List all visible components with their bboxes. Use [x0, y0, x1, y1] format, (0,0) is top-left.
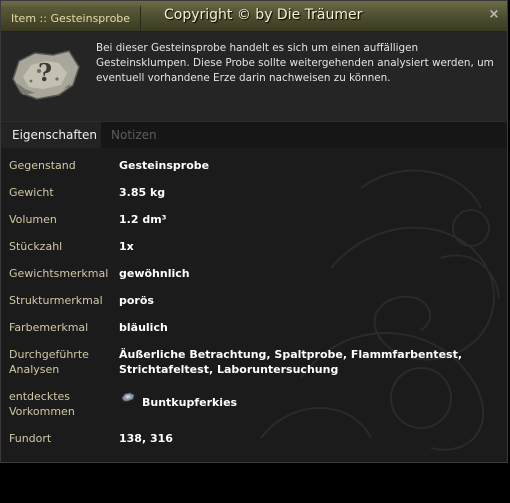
property-label: Gegenstand	[9, 159, 76, 172]
property-label: Durchgeführte Analysen	[9, 348, 89, 376]
property-value: porös	[119, 294, 154, 307]
property-value: 1.2 dm³	[119, 213, 167, 226]
svg-text:?: ?	[38, 58, 52, 87]
close-icon[interactable]: ×	[487, 7, 501, 23]
title-bar[interactable]: Item :: Gesteinsprobe Copyright © by Die…	[1, 1, 507, 32]
copyright-text: Copyright © by Die Träumer	[164, 7, 363, 23]
tab-eigenschaften[interactable]: Eigenschaften	[1, 122, 101, 148]
property-value: gewöhnlich	[119, 267, 190, 280]
property-label: Gewicht	[9, 186, 54, 199]
window-title: Item :: Gesteinsprobe	[1, 6, 142, 31]
tab-bar: Eigenschaften Notizen	[1, 121, 507, 149]
property-value: 138, 316	[119, 432, 173, 445]
property-value[interactable]: Buntkupferkies	[142, 395, 237, 410]
property-value: 3.85 kg	[119, 186, 166, 199]
property-label: Farbemerkmal	[9, 321, 89, 334]
property-label: Fundort	[9, 432, 52, 445]
property-label: Gewichtsmerkmal	[9, 267, 109, 280]
property-value: Gesteinsprobe	[119, 159, 210, 172]
property-value: 1x	[119, 240, 134, 253]
property-label: Strukturmerkmal	[9, 294, 103, 307]
item-description-panel: ? Bei dieser Gesteinsprobe handelt es si…	[1, 32, 507, 121]
property-label: Volumen	[9, 213, 57, 226]
properties-panel: Gegenstand Gesteinsprobe Gewicht 3.85 kg…	[1, 148, 507, 462]
rock-sample-question-icon: ?	[12, 50, 80, 100]
property-value: Äußerliche Betrachtung, Spaltprobe, Flam…	[119, 348, 463, 376]
item-window: Item :: Gesteinsprobe Copyright © by Die…	[0, 0, 508, 463]
property-label: Stückzahl	[9, 240, 63, 253]
ore-icon	[121, 392, 135, 402]
tab-notizen[interactable]: Notizen	[111, 122, 157, 148]
property-value: bläulich	[119, 321, 168, 334]
item-description: Bei dieser Gesteinsprobe handelt es sich…	[96, 42, 494, 84]
property-label: entdecktes Vorkommen	[9, 390, 75, 418]
